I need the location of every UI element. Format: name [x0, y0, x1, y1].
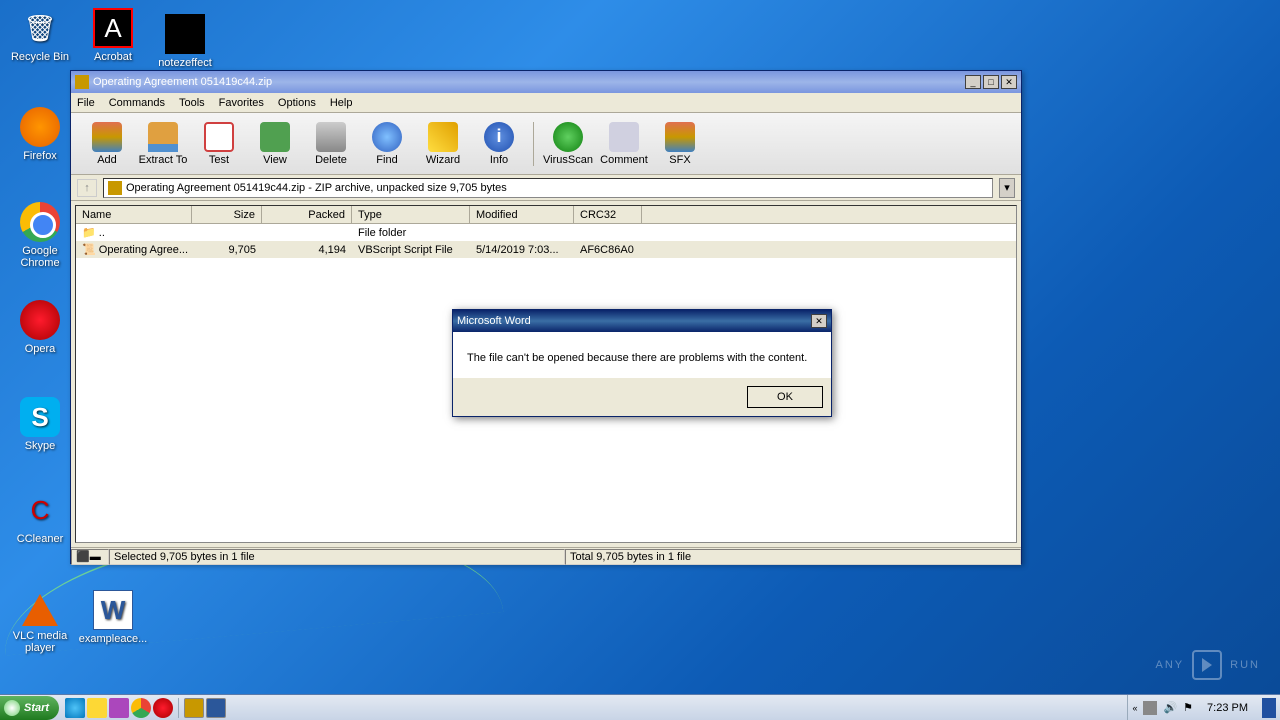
status-right: Total 9,705 bytes in 1 file: [565, 549, 1021, 565]
navbar: ↑ Operating Agreement 051419c44.zip - ZI…: [71, 175, 1021, 201]
file-row-selected[interactable]: 📜 Operating Agree... 9,705 4,194 VBScrip…: [76, 241, 1016, 258]
status-icon: ⬛▬: [71, 549, 109, 565]
menu-favorites[interactable]: Favorites: [219, 97, 264, 109]
path-text: Operating Agreement 051419c44.zip - ZIP …: [126, 182, 507, 194]
file-row-parent[interactable]: 📁 .. File folder: [76, 224, 1016, 241]
quick-launch: [65, 698, 226, 718]
word-taskbar-button[interactable]: [206, 698, 226, 718]
dialog-titlebar[interactable]: Microsoft Word ✕: [453, 310, 831, 332]
label: Opera: [25, 343, 56, 355]
col-modified[interactable]: Modified: [470, 206, 574, 223]
path-dropdown[interactable]: ▾: [999, 178, 1015, 198]
acrobat-icon[interactable]: AAcrobat: [78, 8, 148, 63]
info-button[interactable]: iInfo: [473, 116, 525, 172]
system-tray: « 🔊 ⚑ 7:23 PM: [1127, 695, 1280, 720]
col-size[interactable]: Size: [192, 206, 262, 223]
dialog-body: The file can't be opened because there a…: [453, 332, 831, 378]
view-button[interactable]: View: [249, 116, 301, 172]
dialog-footer: OK: [453, 378, 831, 416]
vlc-icon[interactable]: VLC media player: [5, 590, 75, 654]
show-desktop-button[interactable]: [1262, 698, 1276, 718]
maximize-button[interactable]: □: [983, 75, 999, 89]
col-name[interactable]: Name: [76, 206, 192, 223]
sfx-button[interactable]: SFX: [654, 116, 706, 172]
path-field[interactable]: Operating Agreement 051419c44.zip - ZIP …: [103, 178, 993, 198]
window-title: Operating Agreement 051419c44.zip: [93, 76, 272, 88]
add-button[interactable]: Add: [81, 116, 133, 172]
volume-icon[interactable]: 🔊: [1163, 701, 1177, 714]
ok-button[interactable]: OK: [747, 386, 823, 408]
winrar-icon: [75, 75, 89, 89]
titlebar[interactable]: Operating Agreement 051419c44.zip _ □ ✕: [71, 71, 1021, 93]
explorer-icon[interactable]: [87, 698, 107, 718]
status-left: Selected 9,705 bytes in 1 file: [109, 549, 565, 565]
watermark: ANY RUN: [1156, 650, 1260, 680]
close-button[interactable]: ✕: [1001, 75, 1017, 89]
label: exampleace...: [79, 633, 147, 645]
col-crc[interactable]: CRC32: [574, 206, 642, 223]
label: Skype: [25, 440, 56, 452]
statusbar: ⬛▬ Selected 9,705 bytes in 1 file Total …: [71, 547, 1021, 565]
menubar: File Commands Tools Favorites Options He…: [71, 93, 1021, 113]
menu-tools[interactable]: Tools: [179, 97, 205, 109]
opera-icon[interactable]: Opera: [5, 300, 75, 355]
menu-commands[interactable]: Commands: [109, 97, 165, 109]
toolbar: Add Extract To Test View Delete Find Wiz…: [71, 113, 1021, 175]
label: Recycle Bin: [11, 51, 69, 63]
label: Google Chrome: [20, 245, 59, 269]
menu-help[interactable]: Help: [330, 97, 353, 109]
find-button[interactable]: Find: [361, 116, 413, 172]
play-icon: [1192, 650, 1222, 680]
comment-button[interactable]: Comment: [598, 116, 650, 172]
extract-button[interactable]: Extract To: [137, 116, 189, 172]
col-type[interactable]: Type: [352, 206, 470, 223]
word-doc-icon[interactable]: Wexampleace...: [78, 590, 148, 645]
taskbar: Start « 🔊 ⚑ 7:23 PM: [0, 694, 1280, 720]
label: VLC media player: [13, 630, 67, 654]
opera-taskbar-icon[interactable]: [153, 698, 173, 718]
toolbar-separator: [533, 122, 534, 166]
noteseffect-icon[interactable]: notezeffect: [150, 14, 220, 69]
delete-button[interactable]: Delete: [305, 116, 357, 172]
media-icon[interactable]: [109, 698, 129, 718]
recycle-bin-icon[interactable]: 🗑Recycle Bin: [5, 8, 75, 63]
firefox-icon[interactable]: Firefox: [5, 107, 75, 162]
clock[interactable]: 7:23 PM: [1199, 702, 1256, 714]
chrome-icon[interactable]: Google Chrome: [5, 202, 75, 269]
ccleaner-icon[interactable]: CCCleaner: [5, 490, 75, 545]
flag-icon[interactable]: ⚑: [1183, 701, 1193, 714]
dialog-title: Microsoft Word: [457, 315, 531, 327]
chrome-taskbar-icon[interactable]: [131, 698, 151, 718]
taskbar-separator: [178, 698, 179, 718]
tray-icon-1[interactable]: [1143, 701, 1157, 715]
label: Firefox: [23, 150, 57, 162]
label: CCleaner: [17, 533, 63, 545]
dialog-close-button[interactable]: ✕: [811, 314, 827, 328]
menu-file[interactable]: File: [77, 97, 95, 109]
label: Acrobat: [94, 51, 132, 63]
winrar-taskbar-button[interactable]: [184, 698, 204, 718]
start-orb-icon: [4, 700, 20, 716]
label: notezeffect: [158, 57, 212, 69]
start-button[interactable]: Start: [0, 696, 59, 720]
col-packed[interactable]: Packed: [262, 206, 352, 223]
virusscan-button[interactable]: VirusScan: [542, 116, 594, 172]
menu-options[interactable]: Options: [278, 97, 316, 109]
wizard-button[interactable]: Wizard: [417, 116, 469, 172]
column-headers: Name Size Packed Type Modified CRC32: [76, 206, 1016, 224]
ie-icon[interactable]: [65, 698, 85, 718]
up-button[interactable]: ↑: [77, 179, 97, 197]
archive-icon: [108, 181, 122, 195]
skype-icon[interactable]: SSkype: [5, 397, 75, 452]
dialog-message: The file can't be opened because there a…: [467, 352, 807, 364]
test-button[interactable]: Test: [193, 116, 245, 172]
tray-expand-icon[interactable]: «: [1132, 703, 1137, 713]
minimize-button[interactable]: _: [965, 75, 981, 89]
word-dialog: Microsoft Word ✕ The file can't be opene…: [452, 309, 832, 417]
